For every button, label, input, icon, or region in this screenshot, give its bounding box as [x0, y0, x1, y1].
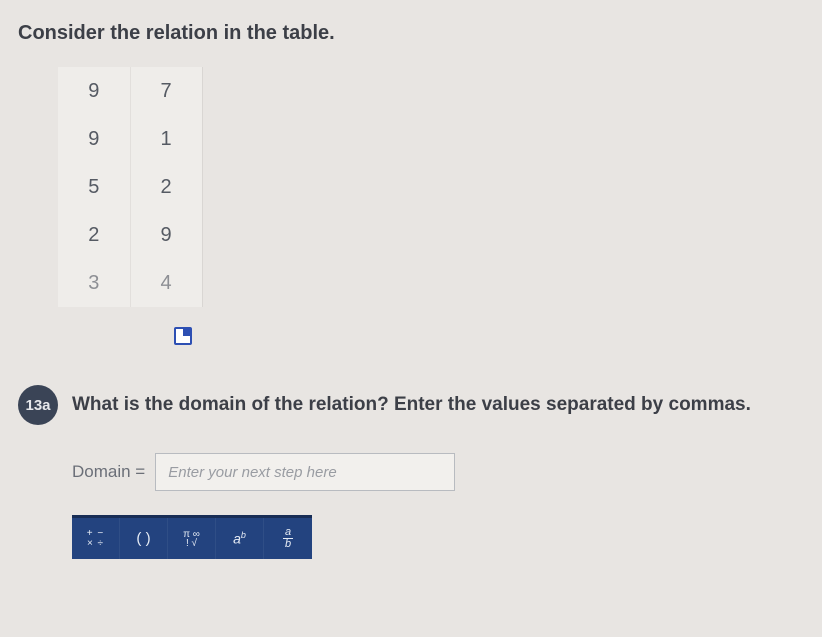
cell: 2: [58, 211, 130, 259]
cell: 2: [130, 163, 202, 211]
fraction-button[interactable]: a b: [264, 518, 312, 559]
exponent-button[interactable]: ab: [216, 518, 264, 559]
cell: 9: [58, 67, 130, 115]
cell: 4: [130, 259, 202, 307]
cell: 9: [130, 211, 202, 259]
parentheses-button[interactable]: ( ): [120, 518, 168, 559]
cell: 5: [58, 163, 130, 211]
question-row: 13a What is the domain of the relation? …: [18, 385, 804, 425]
table-row: 3 4: [58, 259, 202, 307]
fraction-icon: a b: [283, 527, 293, 550]
constants-button[interactable]: π ∞ ! √: [168, 518, 216, 559]
instruction-text: Consider the relation in the table.: [18, 22, 804, 45]
question-text: What is the domain of the relation? Ente…: [72, 394, 751, 416]
cell: 3: [58, 259, 130, 307]
table-row: 5 2: [58, 163, 202, 211]
pi-sqrt-icon: π ∞ ! √: [183, 530, 200, 548]
relation-table-wrap: 9 7 9 1 5 2 2 9 3 4: [58, 67, 804, 307]
plusminus-icon: + − × ÷: [87, 529, 104, 549]
answer-row: Domain =: [72, 453, 804, 491]
operators-button[interactable]: + − × ÷: [72, 518, 120, 559]
exponent-icon: ab: [233, 530, 246, 547]
cell: 7: [130, 67, 202, 115]
table-controls: [58, 317, 202, 349]
parens-icon: ( ): [136, 530, 150, 547]
table-row: 9 1: [58, 115, 202, 163]
table-row: 2 9: [58, 211, 202, 259]
cell: 1: [130, 115, 202, 163]
table-row: 9 7: [58, 67, 202, 115]
domain-label: Domain =: [72, 462, 145, 482]
question-badge: 13a: [18, 385, 58, 425]
relation-table: 9 7 9 1 5 2 2 9 3 4: [58, 67, 203, 307]
cell: 9: [58, 115, 130, 163]
answer-input[interactable]: [155, 453, 455, 491]
fullscreen-icon[interactable]: [174, 327, 192, 345]
math-toolbar: + − × ÷ ( ) π ∞ ! √ ab a b: [72, 515, 312, 559]
